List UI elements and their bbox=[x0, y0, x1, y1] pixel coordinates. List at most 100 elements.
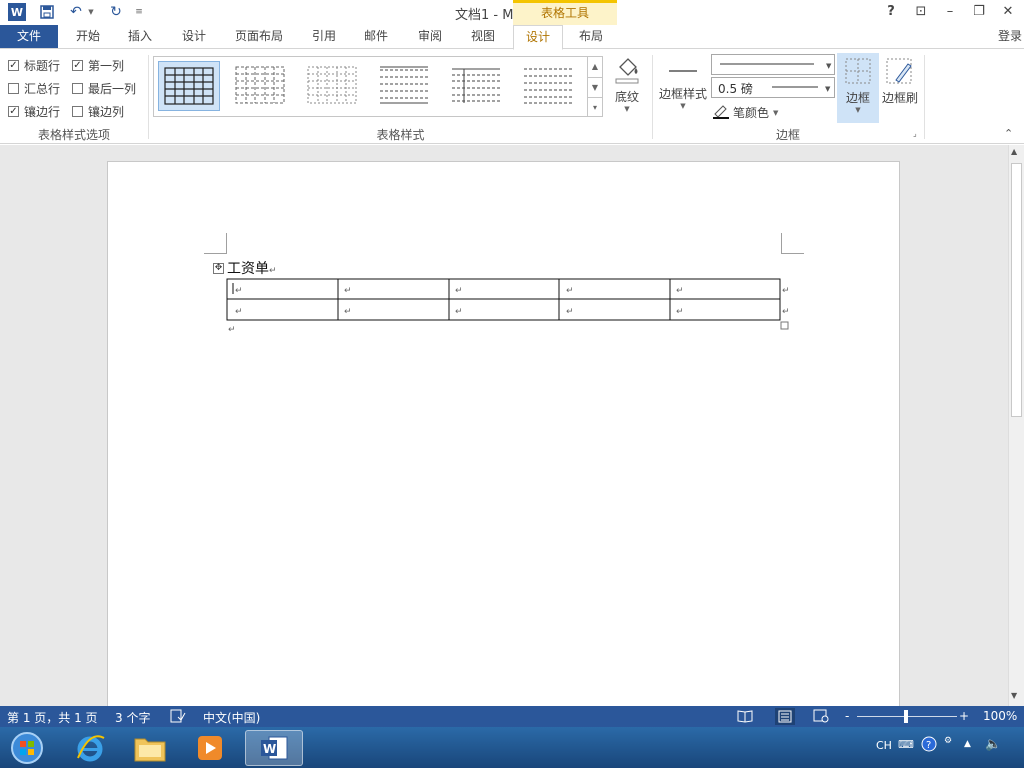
line-weight-select[interactable]: 0.5 磅 ▼ bbox=[711, 77, 835, 98]
shading-button[interactable]: 底纹 ▼ bbox=[607, 55, 647, 113]
gallery-scroll-down-icon[interactable]: ▼ bbox=[587, 77, 602, 97]
border-painter-button[interactable]: 边框刷 bbox=[880, 53, 920, 106]
chevron-down-icon: ▼ bbox=[773, 108, 779, 117]
checkbox-banded-columns[interactable]: 镶边列 bbox=[72, 103, 124, 120]
zoom-slider-thumb[interactable] bbox=[904, 710, 908, 723]
table-style-dashed-1[interactable] bbox=[230, 61, 292, 111]
zoom-level[interactable]: 100% bbox=[983, 709, 1017, 723]
paragraph-mark-icon: ↵ bbox=[269, 266, 277, 276]
proofing-icon[interactable] bbox=[170, 709, 186, 726]
svg-text:W: W bbox=[263, 742, 276, 756]
checkbox-first-column[interactable]: ✓ 第一列 bbox=[72, 57, 124, 74]
check-icon: ✓ bbox=[72, 60, 83, 71]
borders-button[interactable]: 边框 ▼ bbox=[837, 53, 879, 123]
chevron-down-icon: ▼ bbox=[680, 102, 686, 110]
svg-text:↵: ↵ bbox=[782, 307, 790, 317]
group-label-style-options: 表格样式选项 bbox=[37, 128, 110, 142]
input-language-indicator[interactable]: CH bbox=[876, 739, 892, 752]
zoom-in-button[interactable]: + bbox=[959, 709, 969, 723]
internet-explorer-icon[interactable] bbox=[62, 730, 118, 766]
table-styles-gallery: ▲ ▼ ▾ bbox=[153, 56, 603, 117]
table-style-rows[interactable] bbox=[374, 61, 436, 111]
scroll-up-icon[interactable]: ▲ bbox=[1011, 147, 1017, 156]
tab-insert[interactable]: 插入 bbox=[122, 25, 158, 49]
border-painter-icon bbox=[880, 53, 920, 89]
tab-view[interactable]: 视图 bbox=[465, 25, 501, 49]
tab-table-layout[interactable]: 布局 bbox=[567, 25, 615, 49]
document-area: ✥ 工资单↵ ↵ ↵ ↵ ↵ ↵ ↵ ↵ ↵ ↵ ↵ ↵ ↵ ↵ bbox=[0, 145, 1008, 721]
line-style-select[interactable]: ▼ bbox=[711, 54, 835, 75]
check-icon: ✓ bbox=[8, 60, 19, 71]
collapse-ribbon-icon[interactable]: ⌃ bbox=[1004, 127, 1013, 140]
paint-bucket-icon bbox=[607, 55, 647, 88]
checkbox-header-row[interactable]: ✓ 标题行 bbox=[8, 57, 60, 74]
svg-text:↵: ↵ bbox=[235, 307, 243, 317]
gallery-scroll-up-icon[interactable]: ▲ bbox=[587, 57, 602, 77]
tab-home[interactable]: 开始 bbox=[70, 25, 106, 49]
tab-review[interactable]: 审阅 bbox=[412, 25, 448, 49]
word-count[interactable]: 3 个字 bbox=[115, 709, 150, 726]
checkbox-banded-rows[interactable]: ✓ 镶边行 bbox=[8, 103, 60, 120]
document-page[interactable]: ✥ 工资单↵ ↵ ↵ ↵ ↵ ↵ ↵ ↵ ↵ ↵ ↵ ↵ ↵ ↵ bbox=[107, 161, 900, 721]
ribbon-display-options-button[interactable]: ⊡ bbox=[910, 2, 932, 22]
restore-button[interactable]: ❐ bbox=[968, 2, 990, 22]
svg-text:↵: ↵ bbox=[676, 286, 684, 296]
salary-table[interactable]: ↵ ↵ ↵ ↵ ↵ ↵ ↵ ↵ ↵ ↵ ↵ ↵ bbox=[226, 278, 800, 335]
borders-dialog-launcher-icon[interactable]: ⌟ bbox=[913, 129, 917, 138]
tab-design[interactable]: 设计 bbox=[176, 25, 212, 49]
close-button[interactable]: ✕ bbox=[997, 2, 1019, 22]
read-mode-icon[interactable] bbox=[737, 709, 753, 726]
border-styles-button[interactable]: 边框样式 ▼ bbox=[656, 55, 710, 110]
media-player-icon[interactable] bbox=[182, 730, 238, 766]
tab-references[interactable]: 引用 bbox=[306, 25, 342, 49]
gallery-more-icon[interactable]: ▾ bbox=[587, 97, 602, 117]
check-icon: ✓ bbox=[8, 106, 19, 117]
tab-page-layout[interactable]: 页面布局 bbox=[228, 25, 290, 49]
language-indicator[interactable]: 中文(中国) bbox=[203, 709, 260, 726]
vertical-scrollbar[interactable]: ▲ ▼ bbox=[1008, 145, 1024, 706]
tab-mailings[interactable]: 邮件 bbox=[358, 25, 394, 49]
minimize-button[interactable]: – bbox=[939, 2, 961, 22]
tab-table-design[interactable]: 设计 bbox=[513, 25, 563, 50]
chevron-down-icon: ▼ bbox=[624, 105, 630, 113]
svg-text:↵: ↵ bbox=[455, 286, 463, 296]
svg-text:↵: ↵ bbox=[344, 307, 352, 317]
volume-icon[interactable]: 🔈 bbox=[985, 737, 1001, 752]
print-layout-icon[interactable] bbox=[775, 708, 795, 725]
word-taskbar-icon[interactable]: W bbox=[245, 730, 303, 766]
page-count[interactable]: 第 1 页，共 1 页 bbox=[7, 709, 98, 726]
file-explorer-icon[interactable] bbox=[122, 730, 178, 766]
title-bar: W ↶ ▼ ↻ ≡ 文档1 - Microsoft Word 表格工具 ? ⊡ … bbox=[0, 0, 1024, 25]
table-style-dashed-2[interactable] bbox=[302, 61, 364, 111]
scrollbar-thumb[interactable] bbox=[1011, 163, 1022, 417]
sign-in-link[interactable]: 登录 bbox=[998, 27, 1022, 44]
checkbox-last-column[interactable]: 最后一列 bbox=[72, 80, 136, 97]
svg-text:↵: ↵ bbox=[782, 286, 790, 296]
zoom-out-button[interactable]: - bbox=[845, 709, 849, 723]
tab-file[interactable]: 文件 bbox=[0, 25, 58, 49]
help-tray-icon[interactable]: ? bbox=[921, 736, 937, 755]
svg-text:▼: ▼ bbox=[825, 85, 831, 93]
start-button-icon[interactable] bbox=[2, 730, 52, 766]
table-move-handle-icon[interactable]: ✥ bbox=[213, 263, 224, 274]
svg-text:↵: ↵ bbox=[566, 307, 574, 317]
table-style-columns[interactable] bbox=[446, 61, 508, 111]
checkbox-total-row[interactable]: 汇总行 bbox=[8, 80, 60, 97]
web-layout-icon[interactable] bbox=[813, 709, 829, 726]
scroll-down-icon[interactable]: ▼ bbox=[1011, 691, 1017, 700]
show-hidden-icons-icon[interactable]: ▲ bbox=[964, 739, 971, 749]
ime-options-icon[interactable]: ⚙ bbox=[944, 736, 952, 746]
svg-text:↵: ↵ bbox=[455, 307, 463, 317]
window-title: 文档1 - Microsoft Word bbox=[455, 8, 599, 23]
group-label-borders: 边框 bbox=[775, 128, 800, 142]
status-bar: 第 1 页，共 1 页 3 个字 中文(中国) - + 100% bbox=[0, 706, 1024, 727]
pen-color-button[interactable]: 笔颜色 ▼ bbox=[712, 103, 778, 122]
table-style-grid[interactable] bbox=[158, 61, 220, 111]
document-heading[interactable]: 工资单↵ bbox=[227, 258, 277, 278]
table-style-plain[interactable] bbox=[518, 61, 580, 111]
windows-taskbar: W CH ⌨ ? ⚙ ▲ 🔈 bbox=[0, 727, 1024, 768]
help-button[interactable]: ? bbox=[880, 2, 902, 22]
ribbon: ✓ 标题行 ✓ 第一列 汇总行 最后一列 ✓ 镶边行 镶边列 表格样式选项 ▲ … bbox=[0, 48, 1024, 144]
line-weight-value: 0.5 磅 bbox=[718, 82, 753, 96]
keyboard-icon[interactable]: ⌨ bbox=[898, 738, 914, 751]
